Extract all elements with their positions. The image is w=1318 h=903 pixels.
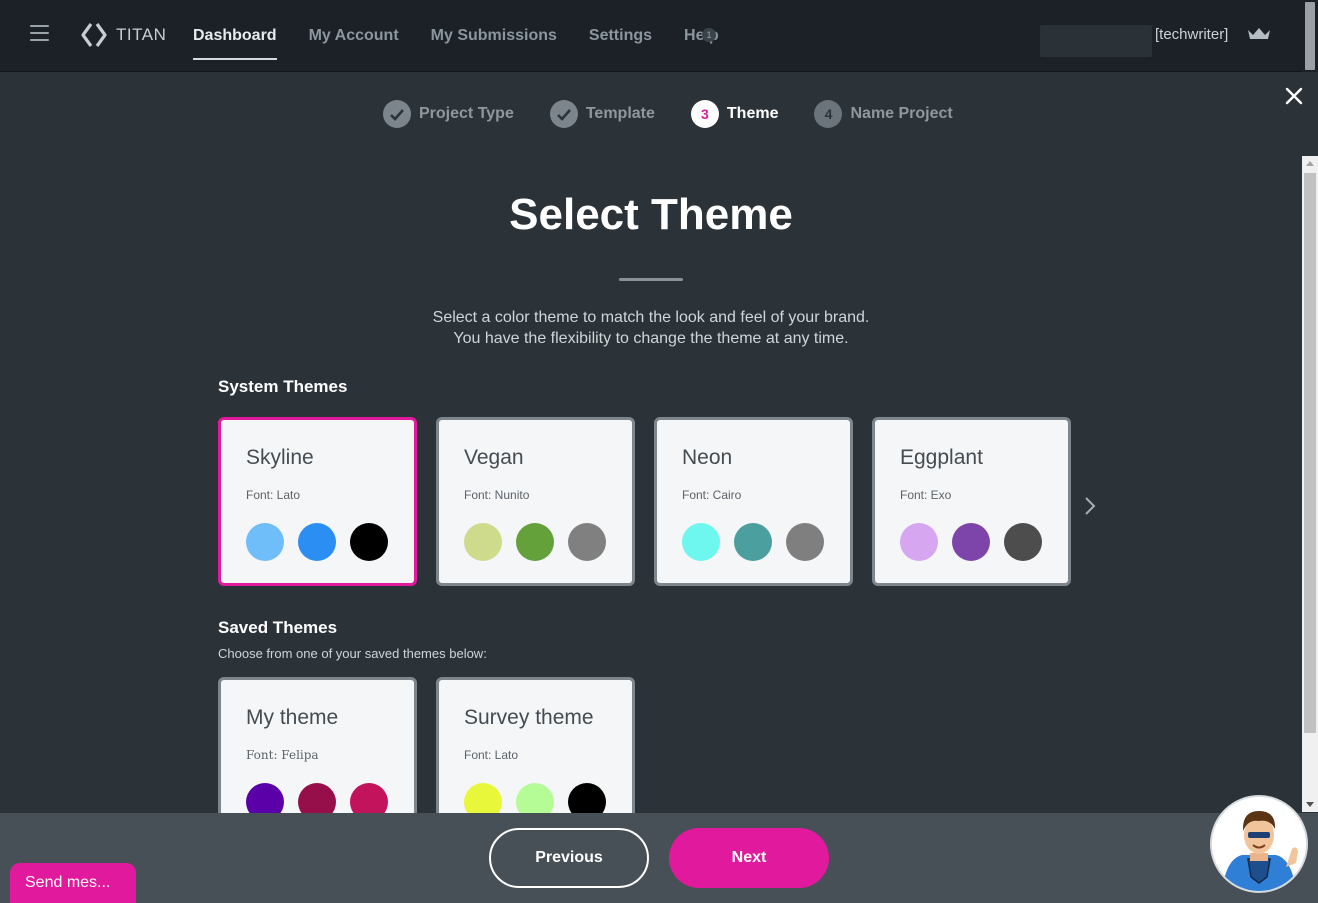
chevron-right-icon[interactable] [1082, 496, 1098, 516]
crown-icon[interactable] [1247, 27, 1271, 41]
page-scrollbar[interactable] [1302, 0, 1318, 72]
color-swatch [900, 523, 938, 561]
step-label: Project Type [419, 105, 514, 122]
wizard-stepper: Project Type Template 3 Theme 4 Name Pro… [383, 100, 989, 128]
scroll-up-arrow[interactable] [1306, 161, 1314, 166]
color-swatch [952, 523, 990, 561]
user-name-redacted [1040, 25, 1152, 57]
theme-card-skyline[interactable]: Skyline Font: Lato [218, 417, 417, 586]
color-swatch [350, 523, 388, 561]
page-subtitle: Select a color theme to match the look a… [0, 307, 1302, 349]
hamburger-icon[interactable] [30, 25, 49, 41]
color-swatch [786, 523, 824, 561]
next-button[interactable]: Next [669, 828, 829, 888]
color-swatch [734, 523, 772, 561]
subtitle-line-2: You have the flexibility to change the t… [453, 330, 849, 347]
theme-name: Eggplant [900, 446, 983, 469]
previous-button[interactable]: Previous [489, 828, 649, 888]
top-navigation: TITAN Dashboard My Account My Submission… [0, 0, 1318, 72]
color-swatch [464, 783, 502, 813]
main-nav: Dashboard My Account My Submissions Sett… [193, 0, 751, 72]
title-divider [619, 278, 683, 281]
color-swatch [516, 783, 554, 813]
theme-selection-content: Select Theme Select a color theme to mat… [0, 140, 1302, 813]
theme-font: Font: Nunito [464, 488, 530, 502]
color-swatches [900, 523, 1056, 561]
theme-card-neon[interactable]: Neon Font: Cairo [654, 417, 853, 586]
theme-name: Survey theme [464, 706, 594, 729]
system-themes-heading: System Themes [218, 377, 348, 396]
scrollbar-thumb[interactable] [1304, 173, 1316, 733]
page-title: Select Theme [509, 190, 793, 239]
step-name-project[interactable]: 4 Name Project [814, 100, 953, 128]
brand-name: TITAN [116, 25, 167, 44]
assistant-avatar[interactable] [1210, 795, 1308, 893]
theme-name: Neon [682, 446, 733, 469]
color-swatch [246, 783, 284, 813]
nav-my-account[interactable]: My Account [309, 0, 399, 72]
theme-name: Vegan [464, 446, 524, 469]
nav-settings[interactable]: Settings [589, 0, 652, 72]
color-swatches [682, 523, 838, 561]
scroll-down-arrow[interactable] [1306, 802, 1314, 807]
subtitle-line-1: Select a color theme to match the look a… [432, 309, 870, 326]
color-swatch [682, 523, 720, 561]
theme-font: Font: Lato [464, 748, 519, 762]
checkmark-icon [383, 100, 411, 128]
step-number: 4 [814, 100, 843, 128]
close-icon[interactable] [1283, 85, 1305, 107]
assistant-mascot-icon [1212, 797, 1306, 891]
titan-logo-icon [81, 23, 107, 47]
color-swatches [464, 523, 620, 561]
username-label[interactable]: [techwriter] [1155, 26, 1228, 43]
theme-card-eggplant[interactable]: Eggplant Font: Exo [872, 417, 1071, 586]
theme-card-vegan[interactable]: Vegan Font: Nunito [436, 417, 635, 586]
saved-theme-card-survey-theme[interactable]: Survey theme Font: Lato [436, 677, 635, 813]
nav-dashboard[interactable]: Dashboard [193, 0, 277, 72]
color-swatch [298, 523, 336, 561]
theme-font: Font: Felipa [246, 748, 319, 762]
color-swatches [246, 783, 402, 813]
step-label: Name Project [850, 105, 953, 122]
step-template[interactable]: Template [549, 100, 655, 128]
color-swatch [568, 783, 606, 813]
send-message-button[interactable]: Send mes... [10, 863, 136, 903]
step-project-type[interactable]: Project Type [383, 100, 514, 128]
color-swatch [1004, 523, 1042, 561]
step-theme[interactable]: 3 Theme [690, 100, 779, 128]
theme-font: Font: Lato [246, 488, 301, 502]
nav-my-submissions[interactable]: My Submissions [431, 0, 557, 72]
brand-logo[interactable]: TITAN [80, 22, 166, 48]
theme-font: Font: Cairo [682, 488, 742, 502]
color-swatch [464, 523, 502, 561]
color-swatch [568, 523, 606, 561]
color-swatch [516, 523, 554, 561]
color-swatch [350, 783, 388, 813]
step-label: Template [585, 105, 655, 122]
content-scrollbar[interactable] [1302, 156, 1318, 812]
theme-name: Skyline [246, 446, 314, 469]
step-label: Theme [726, 105, 779, 122]
saved-themes-subtitle: Choose from one of your saved themes bel… [218, 646, 487, 661]
step-number: 3 [690, 100, 719, 128]
checkmark-icon [549, 100, 578, 128]
color-swatch [298, 783, 336, 813]
color-swatches [464, 783, 620, 813]
help-badge: 1 [702, 28, 716, 42]
saved-theme-card-my-theme[interactable]: My theme Font: Felipa [218, 677, 417, 813]
theme-font: Font: Exo [900, 488, 952, 502]
color-swatch [246, 523, 284, 561]
saved-themes-heading: Saved Themes [218, 618, 338, 637]
wizard-footer: Previous Next [0, 813, 1318, 903]
color-swatches [246, 523, 402, 561]
theme-name: My theme [246, 706, 339, 729]
